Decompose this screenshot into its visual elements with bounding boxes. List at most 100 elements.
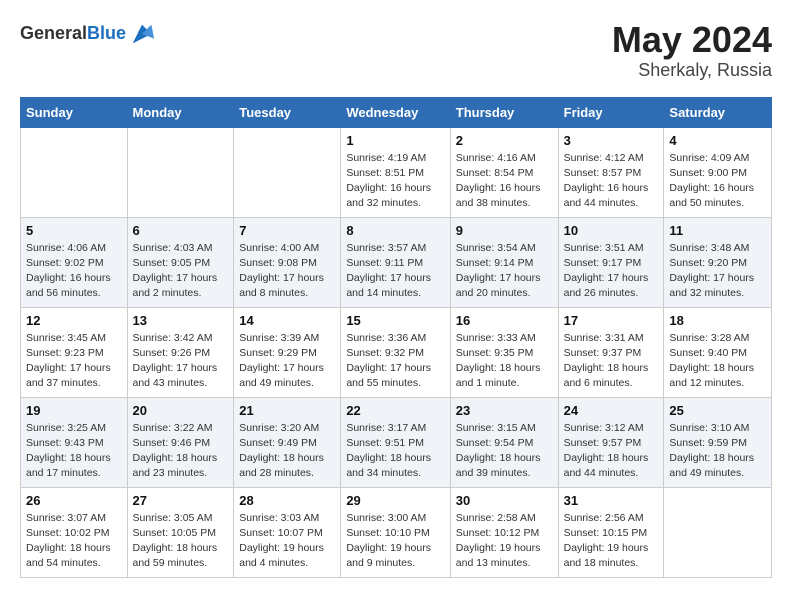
calendar-cell: 10 Sunrise: 3:51 AM Sunset: 9:17 PM Dayli… (558, 217, 664, 307)
calendar-cell: 18 Sunrise: 3:28 AM Sunset: 9:40 PM Dayli… (664, 307, 772, 397)
calendar-week-4: 19 Sunrise: 3:25 AM Sunset: 9:43 PM Dayli… (21, 397, 772, 487)
day-number: 27 (133, 493, 229, 508)
day-info: Sunrise: 3:22 AM Sunset: 9:46 PM Dayligh… (133, 421, 229, 482)
day-info: Sunrise: 2:56 AM Sunset: 10:15 PM Daylig… (564, 511, 659, 572)
calendar-cell: 28 Sunrise: 3:03 AM Sunset: 10:07 PM Dayl… (234, 487, 341, 577)
day-info: Sunrise: 3:45 AM Sunset: 9:23 PM Dayligh… (26, 331, 122, 392)
calendar-cell: 19 Sunrise: 3:25 AM Sunset: 9:43 PM Dayli… (21, 397, 128, 487)
day-number: 3 (564, 133, 659, 148)
weekday-sunday: Sunday (21, 97, 128, 127)
weekday-thursday: Thursday (450, 97, 558, 127)
day-info: Sunrise: 3:20 AM Sunset: 9:49 PM Dayligh… (239, 421, 335, 482)
weekday-tuesday: Tuesday (234, 97, 341, 127)
calendar-week-2: 5Sunrise: 4:06 AM Sunset: 9:02 PM Daylig… (21, 217, 772, 307)
day-info: Sunrise: 3:31 AM Sunset: 9:37 PM Dayligh… (564, 331, 659, 392)
calendar-cell: 23Sunrise: 3:15 AM Sunset: 9:54 PM Dayli… (450, 397, 558, 487)
day-info: Sunrise: 3:07 AM Sunset: 10:02 PM Daylig… (26, 511, 122, 572)
day-number: 2 (456, 133, 553, 148)
calendar-cell: 27 Sunrise: 3:05 AM Sunset: 10:05 PM Dayl… (127, 487, 234, 577)
day-number: 21 (239, 403, 335, 418)
calendar-cell (234, 127, 341, 217)
day-info: Sunrise: 3:28 AM Sunset: 9:40 PM Dayligh… (669, 331, 766, 392)
day-info: Sunrise: 3:05 AM Sunset: 10:05 PM Daylig… (133, 511, 229, 572)
logo-general-text: General (20, 23, 87, 43)
day-number: 26 (26, 493, 122, 508)
weekday-monday: Monday (127, 97, 234, 127)
calendar-cell (664, 487, 772, 577)
day-info: Sunrise: 3:12 AM Sunset: 9:57 PM Dayligh… (564, 421, 659, 482)
day-info: Sunrise: 2:58 AM Sunset: 10:12 PM Daylig… (456, 511, 553, 572)
day-number: 29 (346, 493, 444, 508)
logo-icon (128, 20, 156, 48)
day-info: Sunrise: 3:57 AM Sunset: 9:11 PM Dayligh… (346, 241, 444, 302)
day-number: 28 (239, 493, 335, 508)
calendar-cell: 1Sunrise: 4:19 AM Sunset: 8:51 PM Daylig… (341, 127, 450, 217)
day-number: 14 (239, 313, 335, 328)
day-number: 12 (26, 313, 122, 328)
day-info: Sunrise: 4:06 AM Sunset: 9:02 PM Dayligh… (26, 241, 122, 302)
day-info: Sunrise: 3:36 AM Sunset: 9:32 PM Dayligh… (346, 331, 444, 392)
day-number: 8 (346, 223, 444, 238)
logo-blue-text: Blue (87, 23, 126, 43)
calendar-cell: 8 Sunrise: 3:57 AM Sunset: 9:11 PM Daylig… (341, 217, 450, 307)
calendar-cell: 7Sunrise: 4:00 AM Sunset: 9:08 PM Daylig… (234, 217, 341, 307)
day-info: Sunrise: 3:33 AM Sunset: 9:35 PM Dayligh… (456, 331, 553, 392)
calendar-cell: 30 Sunrise: 2:58 AM Sunset: 10:12 PM Dayl… (450, 487, 558, 577)
day-number: 22 (346, 403, 444, 418)
day-info: Sunrise: 3:03 AM Sunset: 10:07 PM Daylig… (239, 511, 335, 572)
day-info: Sunrise: 3:42 AM Sunset: 9:26 PM Dayligh… (133, 331, 229, 392)
calendar-cell: 2 Sunrise: 4:16 AM Sunset: 8:54 PM Daylig… (450, 127, 558, 217)
day-number: 10 (564, 223, 659, 238)
calendar-cell: 15Sunrise: 3:36 AM Sunset: 9:32 PM Dayli… (341, 307, 450, 397)
logo: GeneralBlue (20, 20, 156, 48)
calendar-cell: 20Sunrise: 3:22 AM Sunset: 9:46 PM Dayli… (127, 397, 234, 487)
calendar-cell: 12 Sunrise: 3:45 AM Sunset: 9:23 PM Dayli… (21, 307, 128, 397)
calendar-cell: 29Sunrise: 3:00 AM Sunset: 10:10 PM Dayl… (341, 487, 450, 577)
day-info: Sunrise: 3:48 AM Sunset: 9:20 PM Dayligh… (669, 241, 766, 302)
calendar-cell: 3 Sunrise: 4:12 AM Sunset: 8:57 PM Daylig… (558, 127, 664, 217)
calendar-cell: 9Sunrise: 3:54 AM Sunset: 9:14 PM Daylig… (450, 217, 558, 307)
day-number: 4 (669, 133, 766, 148)
day-number: 17 (564, 313, 659, 328)
weekday-saturday: Saturday (664, 97, 772, 127)
day-info: Sunrise: 4:16 AM Sunset: 8:54 PM Dayligh… (456, 151, 553, 212)
day-info: Sunrise: 4:00 AM Sunset: 9:08 PM Dayligh… (239, 241, 335, 302)
day-info: Sunrise: 3:39 AM Sunset: 9:29 PM Dayligh… (239, 331, 335, 392)
day-info: Sunrise: 4:03 AM Sunset: 9:05 PM Dayligh… (133, 241, 229, 302)
day-number: 9 (456, 223, 553, 238)
page-header: GeneralBlue May 2024 Sherkaly, Russia (20, 20, 772, 81)
day-info: Sunrise: 3:25 AM Sunset: 9:43 PM Dayligh… (26, 421, 122, 482)
day-number: 31 (564, 493, 659, 508)
calendar-cell: 16 Sunrise: 3:33 AM Sunset: 9:35 PM Dayli… (450, 307, 558, 397)
day-number: 6 (133, 223, 229, 238)
day-number: 19 (26, 403, 122, 418)
calendar-cell: 26 Sunrise: 3:07 AM Sunset: 10:02 PM Dayl… (21, 487, 128, 577)
day-number: 13 (133, 313, 229, 328)
calendar-cell: 25Sunrise: 3:10 AM Sunset: 9:59 PM Dayli… (664, 397, 772, 487)
weekday-wednesday: Wednesday (341, 97, 450, 127)
calendar-cell: 21 Sunrise: 3:20 AM Sunset: 9:49 PM Dayli… (234, 397, 341, 487)
day-number: 16 (456, 313, 553, 328)
calendar-week-1: 1Sunrise: 4:19 AM Sunset: 8:51 PM Daylig… (21, 127, 772, 217)
month-year: May 2024 (612, 20, 772, 60)
day-number: 30 (456, 493, 553, 508)
calendar-cell: 4 Sunrise: 4:09 AM Sunset: 9:00 PM Daylig… (664, 127, 772, 217)
calendar-cell (127, 127, 234, 217)
calendar-cell: 24 Sunrise: 3:12 AM Sunset: 9:57 PM Dayli… (558, 397, 664, 487)
calendar-week-5: 26 Sunrise: 3:07 AM Sunset: 10:02 PM Dayl… (21, 487, 772, 577)
calendar-cell: 14 Sunrise: 3:39 AM Sunset: 9:29 PM Dayli… (234, 307, 341, 397)
calendar-cell: 13 Sunrise: 3:42 AM Sunset: 9:26 PM Dayli… (127, 307, 234, 397)
logo-general: GeneralBlue (20, 24, 126, 44)
day-number: 24 (564, 403, 659, 418)
weekday-row: Sunday Monday Tuesday Wednesday Thursday… (21, 97, 772, 127)
day-info: Sunrise: 4:12 AM Sunset: 8:57 PM Dayligh… (564, 151, 659, 212)
day-info: Sunrise: 4:09 AM Sunset: 9:00 PM Dayligh… (669, 151, 766, 212)
day-info: Sunrise: 3:10 AM Sunset: 9:59 PM Dayligh… (669, 421, 766, 482)
day-number: 18 (669, 313, 766, 328)
calendar-week-3: 12 Sunrise: 3:45 AM Sunset: 9:23 PM Dayli… (21, 307, 772, 397)
calendar-header: Sunday Monday Tuesday Wednesday Thursday… (21, 97, 772, 127)
calendar-cell: 31 Sunrise: 2:56 AM Sunset: 10:15 PM Dayl… (558, 487, 664, 577)
title-block: May 2024 Sherkaly, Russia (612, 20, 772, 81)
day-number: 11 (669, 223, 766, 238)
day-info: Sunrise: 3:51 AM Sunset: 9:17 PM Dayligh… (564, 241, 659, 302)
